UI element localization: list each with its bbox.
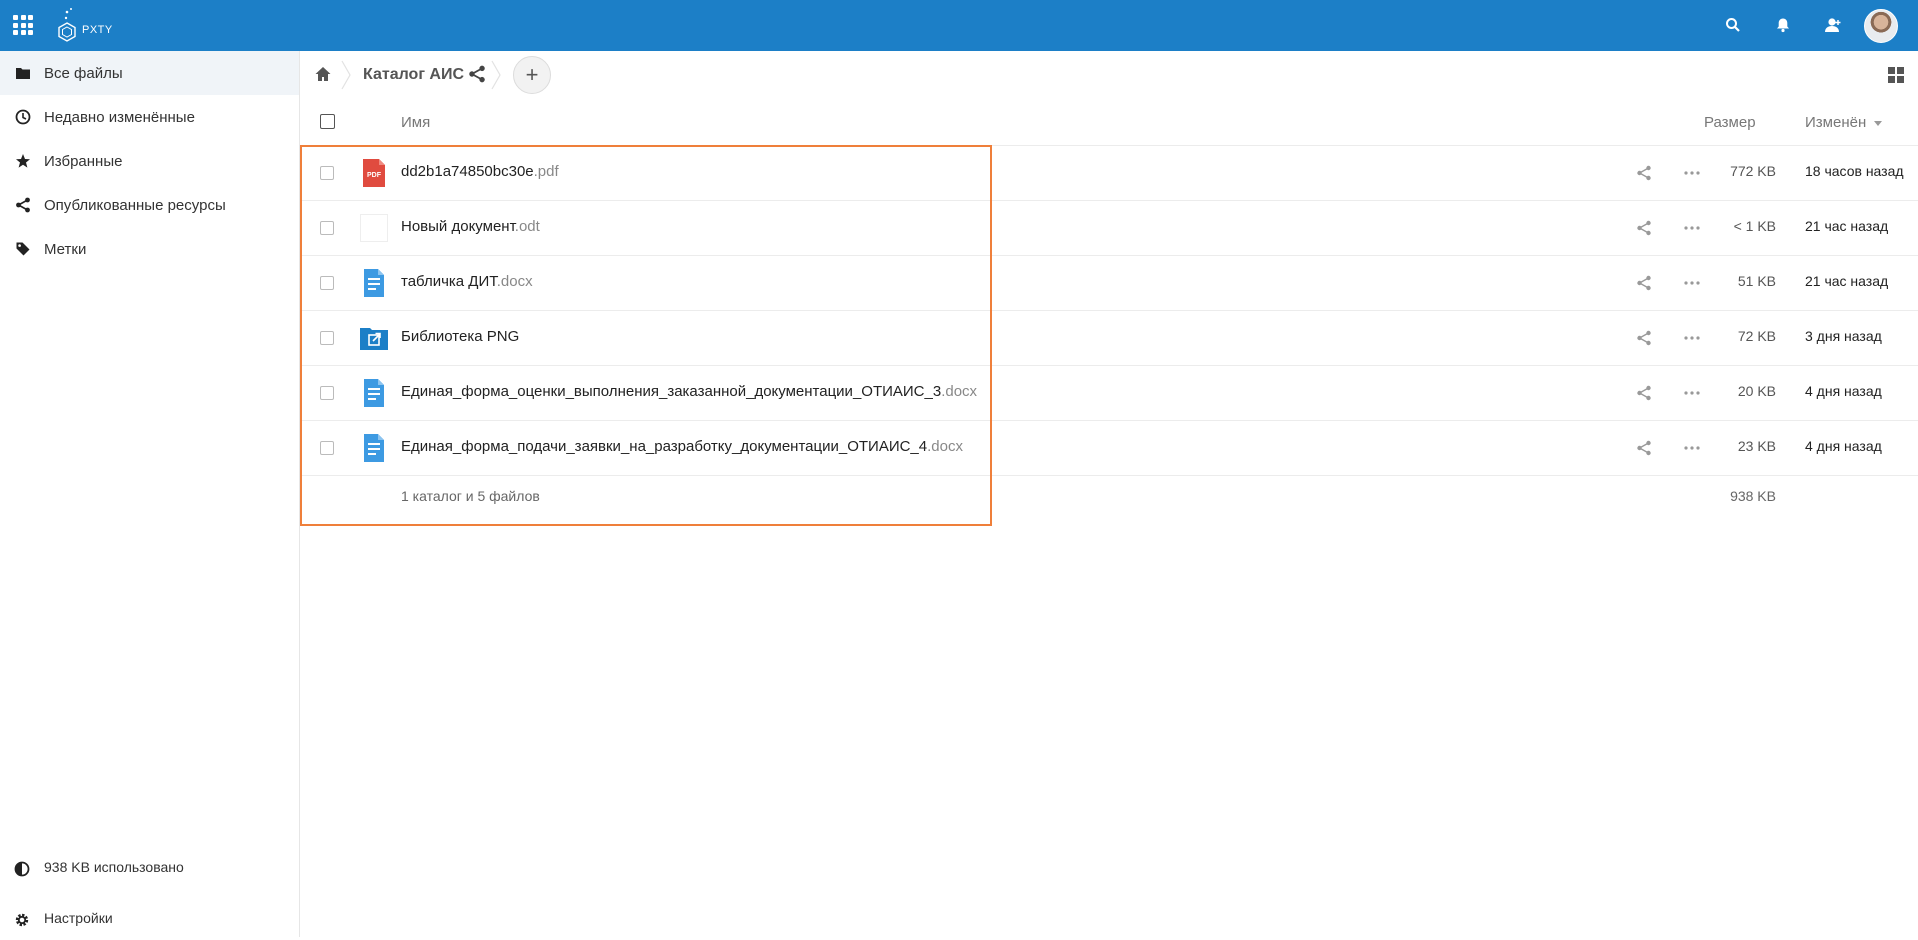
- tag-icon: [14, 240, 32, 258]
- home-icon[interactable]: [314, 65, 332, 83]
- more-options-icon[interactable]: [1683, 275, 1701, 291]
- file-name[interactable]: Единая_форма_оценки_выполнения_заказанно…: [401, 383, 977, 400]
- star-icon: [14, 152, 32, 170]
- share-icon[interactable]: [1636, 440, 1652, 456]
- table-row[interactable]: Единая_форма_подачи_заявки_на_разработку…: [300, 421, 1918, 476]
- more-options-icon[interactable]: [1683, 220, 1701, 236]
- row-checkbox[interactable]: [320, 441, 334, 455]
- select-all-checkbox[interactable]: [320, 114, 335, 129]
- file-name[interactable]: Единая_форма_подачи_заявки_на_разработку…: [401, 438, 963, 455]
- share-icon[interactable]: [1636, 275, 1652, 291]
- file-size: < 1 KB: [1733, 218, 1776, 234]
- row-checkbox[interactable]: [320, 331, 334, 345]
- file-name[interactable]: табличка ДИТ.docx: [401, 273, 533, 290]
- share-icon[interactable]: [1636, 220, 1652, 236]
- sidebar-item-label: Избранные: [44, 152, 123, 170]
- share-icon[interactable]: [1636, 385, 1652, 401]
- search-icon[interactable]: [1721, 13, 1745, 37]
- settings-label: Настройки: [44, 910, 113, 926]
- logo-text: PXTY: [82, 24, 113, 36]
- file-size: 772 KB: [1730, 163, 1776, 179]
- contacts-icon[interactable]: [1821, 13, 1845, 37]
- document-file-icon: [364, 269, 384, 297]
- settings-button[interactable]: Настройки: [0, 900, 299, 940]
- sort-desc-icon: [1874, 120, 1883, 126]
- file-size: 51 KB: [1737, 273, 1776, 289]
- share-icon[interactable]: [1636, 330, 1652, 346]
- table-row[interactable]: Единая_форма_оценки_выполнения_заказанно…: [300, 366, 1918, 421]
- sidebar-item-tags[interactable]: Метки: [0, 227, 299, 271]
- more-options-icon[interactable]: [1683, 385, 1701, 401]
- document-file-icon: [364, 434, 384, 462]
- plus-icon: +: [525, 62, 539, 87]
- file-modified: 3 дня назад: [1805, 328, 1882, 344]
- more-options-icon[interactable]: [1683, 165, 1701, 181]
- shared-folder-icon: [360, 328, 388, 350]
- file-name[interactable]: Новый документ.odt: [401, 218, 540, 235]
- file-name[interactable]: Библиотека PNG: [401, 328, 519, 345]
- file-list-header: Имя Размер Изменён: [300, 100, 1918, 146]
- file-modified: 4 дня назад: [1805, 383, 1882, 399]
- folder-icon: [14, 64, 32, 82]
- avatar[interactable]: [1864, 9, 1898, 43]
- file-size: 72 KB: [1737, 328, 1776, 344]
- bell-icon[interactable]: [1771, 13, 1795, 37]
- file-modified: 21 час назад: [1805, 218, 1889, 234]
- document-file-icon: [364, 379, 384, 407]
- file-modified: 4 дня назад: [1805, 438, 1882, 454]
- sidebar-item-all-files[interactable]: Все файлы: [0, 51, 299, 95]
- file-size: 20 KB: [1737, 383, 1776, 399]
- summary-text: 1 каталог и 5 файлов: [401, 488, 540, 504]
- summary-size: 938 KB: [1730, 488, 1776, 504]
- sidebar-item-favorites[interactable]: Избранные: [0, 139, 299, 183]
- pie-chart-icon: [14, 861, 30, 877]
- sidebar-item-recent[interactable]: Недавно изменённые: [0, 95, 299, 139]
- table-row[interactable]: Новый документ.odt < 1 KB 21 час назад: [300, 201, 1918, 256]
- table-row[interactable]: Библиотека PNG 72 KB 3 дня назад: [300, 311, 1918, 366]
- sidebar-item-label: Метки: [44, 240, 87, 258]
- svg-text:PDF: PDF: [367, 172, 382, 179]
- row-checkbox[interactable]: [320, 276, 334, 290]
- apps-grid-icon[interactable]: [13, 15, 33, 35]
- table-row[interactable]: PDF dd2b1a74850bc30e.pdf 772 KB 18 часов…: [300, 146, 1918, 201]
- sidebar-item-label: Опубликованные ресурсы: [44, 196, 226, 214]
- add-new-button[interactable]: +: [513, 56, 551, 94]
- column-name[interactable]: Имя: [401, 114, 430, 131]
- column-modified[interactable]: Изменён: [1805, 114, 1883, 131]
- file-size: 23 KB: [1737, 438, 1776, 454]
- breadcrumb-current[interactable]: Каталог АИС: [363, 66, 464, 84]
- pdf-file-icon: PDF: [363, 159, 385, 187]
- clock-icon: [14, 108, 32, 126]
- row-checkbox[interactable]: [320, 221, 334, 235]
- sidebar-item-label: Недавно изменённые: [44, 108, 195, 126]
- file-list-summary: 1 каталог и 5 файлов 938 KB: [300, 476, 1918, 516]
- sidebar-item-shared[interactable]: Опубликованные ресурсы: [0, 183, 299, 227]
- share-icon[interactable]: [468, 65, 486, 83]
- top-header: PXTY: [0, 0, 1918, 51]
- gear-icon: [14, 912, 30, 928]
- row-checkbox[interactable]: [320, 166, 334, 180]
- grid-view-icon[interactable]: [1888, 67, 1904, 83]
- column-size[interactable]: Размер: [1704, 114, 1756, 131]
- file-modified: 21 час назад: [1805, 273, 1889, 289]
- blank-file-icon: [360, 214, 388, 242]
- more-options-icon[interactable]: [1683, 330, 1701, 346]
- sidebar: Все файлы Недавно изменённые Избранные О…: [0, 51, 300, 937]
- table-row[interactable]: табличка ДИТ.docx 51 KB 21 час назад: [300, 256, 1918, 311]
- share-icon: [14, 196, 32, 214]
- file-name[interactable]: dd2b1a74850bc30e.pdf: [401, 163, 559, 180]
- row-checkbox[interactable]: [320, 386, 334, 400]
- share-icon[interactable]: [1636, 165, 1652, 181]
- more-options-icon[interactable]: [1683, 440, 1701, 456]
- quota-indicator[interactable]: 938 KB использовано: [0, 849, 299, 889]
- sidebar-item-label: Все файлы: [44, 64, 123, 82]
- breadcrumb-separator-icon: [491, 60, 501, 90]
- file-modified: 18 часов назад: [1805, 163, 1904, 179]
- breadcrumb-separator-icon: [341, 60, 351, 90]
- breadcrumb: Каталог АИС +: [300, 51, 1918, 99]
- quota-label: 938 KB использовано: [44, 859, 184, 875]
